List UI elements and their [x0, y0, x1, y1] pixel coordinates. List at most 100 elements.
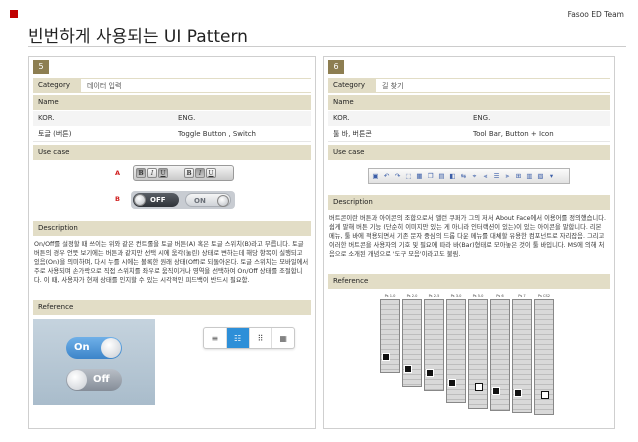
description-text: 버트콘이란 버튼과 아이콘의 조합으로서 앨런 쿠퍼가 그의 저서 About … [329, 215, 607, 258]
palette-ps1: Ps 1.0 [380, 293, 400, 417]
switch-on[interactable]: ON [185, 193, 231, 207]
table-icon[interactable]: ▤ [437, 172, 446, 181]
color-swatch [514, 389, 522, 397]
brand-square [10, 10, 18, 18]
tool-column [446, 299, 466, 403]
category-value: 길 찾기 [376, 78, 610, 93]
kor-label: KOR. [333, 114, 350, 122]
bold-toggle[interactable]: B [136, 168, 146, 178]
color-swatch [541, 391, 549, 399]
description-text: On/Off를 설정할 때 쓰이는 위와 같은 컨트롤을 토글 버튼(A) 혹은… [34, 241, 309, 284]
category-label: Category [333, 81, 365, 89]
color-swatch [404, 365, 412, 373]
usecase-label: Use case [328, 145, 610, 160]
reference-label: Reference [328, 274, 610, 289]
bar-chart-icon[interactable]: ▥ [525, 172, 534, 181]
italic-toggle[interactable]: I [147, 168, 157, 178]
usecase-b-label: B [115, 195, 120, 203]
card-number: 6 [328, 60, 344, 74]
team-label: Fasoo ED Team [567, 10, 624, 19]
eng-value: Tool Bar, Button + Icon [473, 130, 554, 138]
ref-on-text: On [74, 342, 90, 353]
tool-column [380, 299, 400, 373]
palette-pscs2: Ps CS2 [534, 293, 554, 417]
tile-view-icon[interactable]: ▦ [272, 328, 294, 348]
category-label: Category [38, 81, 70, 89]
palette-ps3: Ps 3.0 [446, 293, 466, 417]
list-view-icon[interactable]: ≡ [204, 328, 227, 348]
underline-toggle[interactable]: U [158, 168, 168, 178]
align-left-icon[interactable]: ⫷ [481, 172, 490, 181]
kor-value: 툴 바, 버튼콘 [333, 130, 372, 138]
ref-on-toggle: On [66, 337, 122, 359]
name-header-row: KOR. ENG. [328, 111, 610, 126]
switch-group: OFF ON [131, 191, 235, 209]
category-value: 데이터 입력 [81, 78, 311, 93]
card-number: 5 [33, 60, 49, 74]
format-icon[interactable]: ⌖ [470, 172, 479, 181]
palette-ps2: Ps 2.0 [402, 293, 422, 417]
arrange-icon[interactable]: ⇆ [459, 172, 468, 181]
name-label: Name [33, 95, 311, 110]
copy-icon[interactable]: ❐ [426, 172, 435, 181]
description-label: Description [328, 195, 610, 210]
ref-knob [101, 338, 121, 358]
underline-toggle-2[interactable]: U [206, 168, 216, 178]
switch-off-text: OFF [150, 196, 166, 204]
select-icon[interactable]: ⬚ [404, 172, 413, 181]
eng-value: Toggle Button , Switch [178, 130, 256, 138]
color-swatch [475, 383, 483, 391]
color-swatch [492, 387, 500, 395]
pattern-card-toolbar: 6 Category 길 찾기 Name KOR. ENG. 툴 바, 버튼콘 … [323, 56, 615, 429]
palette-ps25: Ps 2.5 [424, 293, 444, 417]
align-center-icon[interactable]: ☰ [492, 172, 501, 181]
switch-on-text: ON [194, 197, 206, 205]
palette-ps5: Ps 5.0 [468, 293, 488, 417]
category-row: Category 데이터 입력 [33, 78, 311, 93]
name-label: Name [328, 95, 610, 110]
align-right-icon[interactable]: ⫸ [503, 172, 512, 181]
color-swatch [426, 369, 434, 377]
segmented-view-control: ≡ ☷ ⠿ ▦ [203, 327, 295, 349]
eng-label: ENG. [473, 114, 491, 122]
bold-toggle-2[interactable]: B [184, 168, 194, 178]
title-divider [28, 46, 626, 47]
eng-label: ENG. [178, 114, 196, 122]
color-swatch [448, 379, 456, 387]
reference-toggle-image: On Off [33, 319, 155, 405]
sample-toolbar: ▣ ↶ ↷ ⬚ ▦ ❐ ▤ ◧ ⇆ ⌖ ⫷ ☰ ⫸ ⊞ ▥ ▧ ▾ [368, 168, 570, 184]
palette-ps6: Ps 6 [490, 293, 510, 417]
chart-icon[interactable]: ◧ [448, 172, 457, 181]
description-label: Description [33, 221, 311, 236]
switch-knob [134, 194, 146, 206]
detail-list-icon[interactable]: ☷ [226, 328, 250, 348]
save-icon[interactable]: ▣ [371, 172, 380, 181]
name-value-row: 툴 바, 버튼콘 Tool Bar, Button + Icon [328, 127, 610, 142]
ref-knob [67, 370, 87, 390]
format-toggle-bar: B I U B I U [133, 165, 234, 181]
pattern-card-toggle: 5 Category 데이터 입력 Name KOR. ENG. 토글 (버튼)… [28, 56, 316, 429]
page-title: 빈번하게 사용되는 UI Pattern [28, 27, 248, 47]
reference-label: Reference [33, 300, 311, 315]
undo-icon[interactable]: ↶ [382, 172, 391, 181]
grid-view-icon[interactable]: ⠿ [250, 328, 273, 348]
usecase-label: Use case [33, 145, 311, 160]
ref-off-text: Off [93, 374, 110, 385]
switch-off[interactable]: OFF [133, 193, 179, 207]
distribute-icon[interactable]: ⊞ [514, 172, 523, 181]
name-value-row: 토글 (버튼) Toggle Button , Switch [33, 127, 311, 142]
ref-off-toggle: Off [66, 369, 122, 391]
color-swatch [382, 353, 390, 361]
photoshop-palettes-image: Ps 1.0 Ps 2.0 Ps 2.5 Ps 3.0 Ps 5.0 Ps 6 [380, 293, 556, 417]
switch-knob [217, 195, 229, 207]
redo-icon[interactable]: ↷ [393, 172, 402, 181]
italic-toggle-2[interactable]: I [195, 168, 205, 178]
palette-ps7: Ps 7 [512, 293, 532, 417]
tool-column [468, 299, 488, 409]
name-header-row: KOR. ENG. [33, 111, 311, 126]
layout-icon[interactable]: ▧ [536, 172, 545, 181]
tool-column [402, 299, 422, 387]
kor-value: 토글 (버튼) [38, 130, 72, 138]
more-icon[interactable]: ▾ [547, 172, 556, 181]
grid-icon[interactable]: ▦ [415, 172, 424, 181]
